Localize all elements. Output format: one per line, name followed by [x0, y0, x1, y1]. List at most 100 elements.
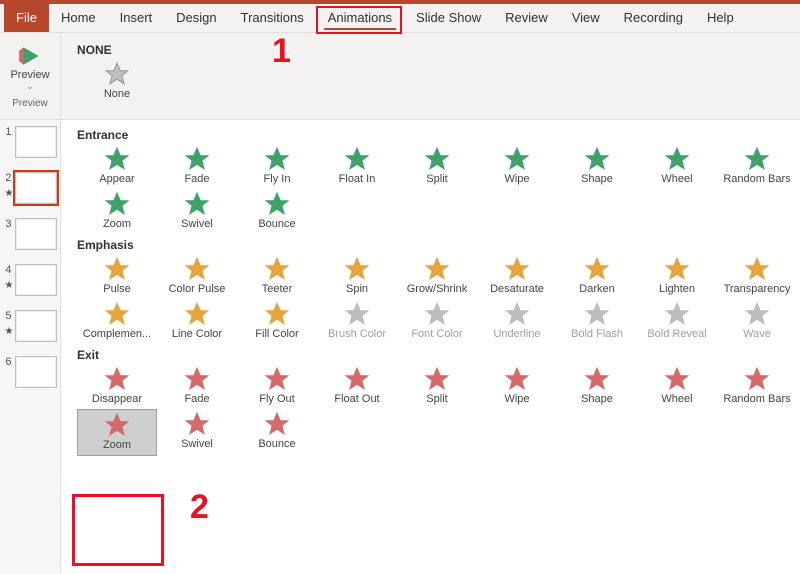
animation-gallery: Entrance Appear Fade Fly In Float In Spl…	[61, 120, 800, 574]
anim-emphasis-spin[interactable]: Spin	[317, 254, 397, 299]
anim-label: Split	[397, 173, 477, 185]
slide-preview	[15, 356, 57, 388]
anim-exit-wipe[interactable]: Wipe	[477, 364, 557, 409]
anim-exit-split[interactable]: Split	[397, 364, 477, 409]
anim-emphasis-brush-color: Brush Color	[317, 299, 397, 344]
preview-group: Preview ⌄ Preview	[0, 33, 61, 119]
tab-home[interactable]: Home	[49, 4, 108, 32]
anim-entrance-appear[interactable]: Appear	[77, 144, 157, 189]
star-icon	[424, 256, 450, 282]
star-icon	[424, 146, 450, 172]
anim-entrance-swivel[interactable]: Swivel	[157, 189, 237, 234]
slide-thumbnails: 1 2 ★ 3 4 ★ 5 ★ 6	[0, 120, 61, 574]
anim-entrance-shape[interactable]: Shape	[557, 144, 637, 189]
anim-exit-shape[interactable]: Shape	[557, 364, 637, 409]
anim-label: Bounce	[237, 438, 317, 450]
anim-entrance-random-bars[interactable]: Random Bars	[717, 144, 797, 189]
tab-design[interactable]: Design	[164, 4, 228, 32]
preview-icon[interactable]	[17, 43, 43, 69]
anim-label: Teeter	[237, 283, 317, 295]
slide-number: 4	[4, 264, 12, 276]
anim-label: Pulse	[77, 283, 157, 295]
anim-label: Swivel	[157, 218, 237, 230]
tab-insert[interactable]: Insert	[108, 4, 165, 32]
ribbon: Preview ⌄ Preview NONE None	[0, 33, 800, 120]
anim-exit-float-out[interactable]: Float Out	[317, 364, 397, 409]
slide-preview	[15, 218, 57, 250]
anim-entrance-wheel[interactable]: Wheel	[637, 144, 717, 189]
anim-none[interactable]: None	[77, 59, 157, 104]
preview-label[interactable]: Preview	[10, 69, 49, 81]
anim-exit-zoom[interactable]: Zoom	[77, 409, 157, 456]
anim-entrance-split[interactable]: Split	[397, 144, 477, 189]
star-icon	[104, 412, 130, 438]
star-icon	[264, 366, 290, 392]
slide-thumb[interactable]: 4 ★	[4, 264, 57, 296]
star-icon	[664, 366, 690, 392]
anim-label: Float In	[317, 173, 397, 185]
anim-label: Bold Reveal	[637, 328, 717, 340]
section-exit-title: Exit	[77, 348, 800, 362]
anim-emphasis-font-color: Font Color	[397, 299, 477, 344]
tab-transitions[interactable]: Transitions	[229, 4, 316, 32]
anim-exit-disappear[interactable]: Disappear	[77, 364, 157, 409]
slide-thumb[interactable]: 2 ★	[4, 172, 57, 204]
slide-thumb[interactable]: 1	[4, 126, 57, 158]
star-icon	[104, 366, 130, 392]
tab-review[interactable]: Review	[493, 4, 560, 32]
anim-emphasis-grow-shrink[interactable]: Grow/Shrink	[397, 254, 477, 299]
star-icon	[424, 366, 450, 392]
anim-entrance-zoom[interactable]: Zoom	[77, 189, 157, 234]
anim-entrance-float-in[interactable]: Float In	[317, 144, 397, 189]
slide-number: 3	[4, 218, 12, 230]
tab-view[interactable]: View	[560, 4, 612, 32]
anim-exit-fly-out[interactable]: Fly Out	[237, 364, 317, 409]
anim-exit-bounce[interactable]: Bounce	[237, 409, 317, 456]
anim-emphasis-fill-color[interactable]: Fill Color	[237, 299, 317, 344]
anim-label: Font Color	[397, 328, 477, 340]
anim-exit-random-bars[interactable]: Random Bars	[717, 364, 797, 409]
anim-entrance-bounce[interactable]: Bounce	[237, 189, 317, 234]
anim-emphasis-pulse[interactable]: Pulse	[77, 254, 157, 299]
tab-file[interactable]: File	[4, 4, 49, 32]
slide-preview	[15, 310, 57, 342]
tab-slideshow[interactable]: Slide Show	[404, 4, 493, 32]
anim-label: Fill Color	[237, 328, 317, 340]
slide-number: 2	[4, 172, 12, 184]
tab-animations[interactable]: Animations	[316, 4, 404, 32]
anim-entrance-wipe[interactable]: Wipe	[477, 144, 557, 189]
anim-emphasis-wave: Wave	[717, 299, 797, 344]
anim-emphasis-darken[interactable]: Darken	[557, 254, 637, 299]
anim-label: Wipe	[477, 393, 557, 405]
anim-emphasis-complemen-[interactable]: Complemen...	[77, 299, 157, 344]
anim-label: Shape	[557, 393, 637, 405]
anim-emphasis-desaturate[interactable]: Desaturate	[477, 254, 557, 299]
anim-indicator-icon: ★	[5, 280, 14, 291]
slide-thumb[interactable]: 3	[4, 218, 57, 250]
anim-label: Float Out	[317, 393, 397, 405]
star-icon	[184, 411, 210, 437]
anim-emphasis-underline: Underline	[477, 299, 557, 344]
anim-exit-swivel[interactable]: Swivel	[157, 409, 237, 456]
tab-help[interactable]: Help	[695, 4, 746, 32]
star-icon	[104, 256, 130, 282]
preview-group-label: Preview	[12, 98, 48, 109]
anim-exit-fade[interactable]: Fade	[157, 364, 237, 409]
anim-emphasis-teeter[interactable]: Teeter	[237, 254, 317, 299]
anim-emphasis-line-color[interactable]: Line Color	[157, 299, 237, 344]
anim-emphasis-transparency[interactable]: Transparency	[717, 254, 797, 299]
star-icon	[744, 256, 770, 282]
tab-recording[interactable]: Recording	[612, 4, 695, 32]
anim-entrance-fade[interactable]: Fade	[157, 144, 237, 189]
slide-number: 1	[4, 126, 12, 138]
slide-thumb[interactable]: 6	[4, 356, 57, 388]
anim-emphasis-lighten[interactable]: Lighten	[637, 254, 717, 299]
slide-thumb[interactable]: 5 ★	[4, 310, 57, 342]
anim-entrance-fly-in[interactable]: Fly In	[237, 144, 317, 189]
star-icon	[504, 256, 530, 282]
anim-label: Darken	[557, 283, 637, 295]
star-icon	[184, 191, 210, 217]
star-icon	[744, 366, 770, 392]
anim-exit-wheel[interactable]: Wheel	[637, 364, 717, 409]
anim-emphasis-color-pulse[interactable]: Color Pulse	[157, 254, 237, 299]
